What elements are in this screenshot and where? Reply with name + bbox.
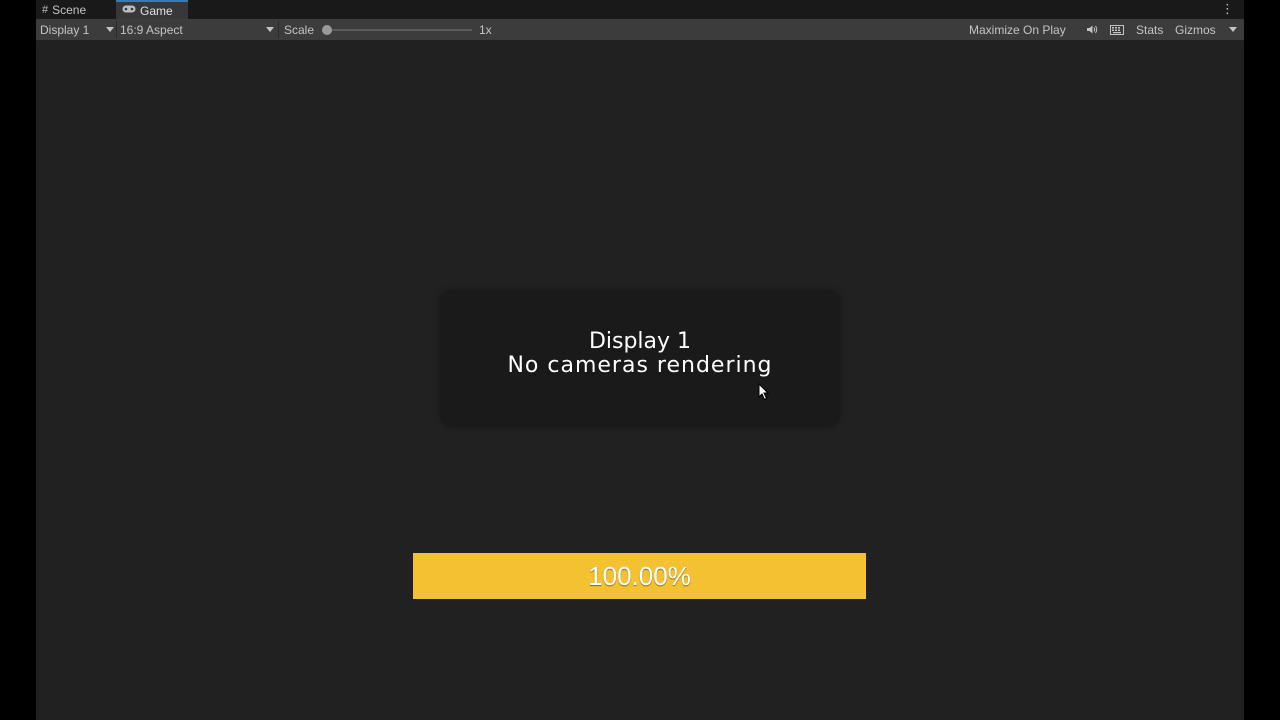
scale-slider-thumb[interactable] — [322, 25, 332, 35]
scale-label: Scale — [284, 22, 315, 37]
game-toolbar: Display 1 16:9 Aspect Scale 1x Maximize … — [36, 19, 1244, 41]
keyboard-shortcuts-icon[interactable] — [1110, 19, 1124, 40]
stats-button[interactable]: Stats — [1136, 19, 1163, 40]
toolbar-divider — [278, 21, 279, 38]
tab-bar: # Scene Game ⋮ — [36, 0, 1244, 19]
scale-slider-track[interactable] — [326, 29, 472, 31]
notice-display-name: Display 1 — [588, 329, 692, 354]
chevron-down-icon — [106, 27, 114, 32]
game-viewport[interactable]: Display 1 No cameras rendering 100.00% — [36, 41, 1244, 720]
aspect-select-value: 16:9 Aspect — [120, 22, 183, 37]
gamepad-icon — [122, 4, 136, 17]
loading-progress-bar: 100.00% — [413, 553, 866, 599]
gizmos-button[interactable]: Gizmos — [1175, 19, 1216, 40]
display-select[interactable]: Display 1 — [40, 19, 114, 40]
grid-icon: # — [42, 3, 49, 16]
more-options-icon[interactable]: ⋮ — [1221, 2, 1234, 16]
maximize-on-play-toggle[interactable]: Maximize On Play — [969, 19, 1066, 40]
mute-audio-icon[interactable] — [1086, 19, 1098, 40]
chevron-down-icon — [266, 27, 274, 32]
no-camera-notice: Display 1 No cameras rendering — [440, 290, 840, 427]
toolbar-divider — [116, 21, 117, 38]
mouse-cursor-icon — [758, 383, 770, 401]
game-window: # Scene Game ⋮ Display 1 16:9 Aspect Sca… — [36, 0, 1244, 720]
progress-percentage: 100.00% — [588, 560, 691, 591]
gizmos-dropdown-chevron-icon[interactable] — [1229, 27, 1237, 32]
tab-game[interactable]: Game — [116, 0, 188, 19]
display-select-value: Display 1 — [40, 22, 90, 37]
scale-value: 1x — [479, 22, 492, 37]
tab-game-label: Game — [140, 3, 173, 18]
notice-message: No cameras rendering — [507, 353, 773, 378]
aspect-select[interactable]: 16:9 Aspect — [120, 19, 274, 40]
tab-scene-label: Scene — [52, 2, 87, 17]
tab-scene[interactable]: # Scene — [36, 0, 114, 19]
